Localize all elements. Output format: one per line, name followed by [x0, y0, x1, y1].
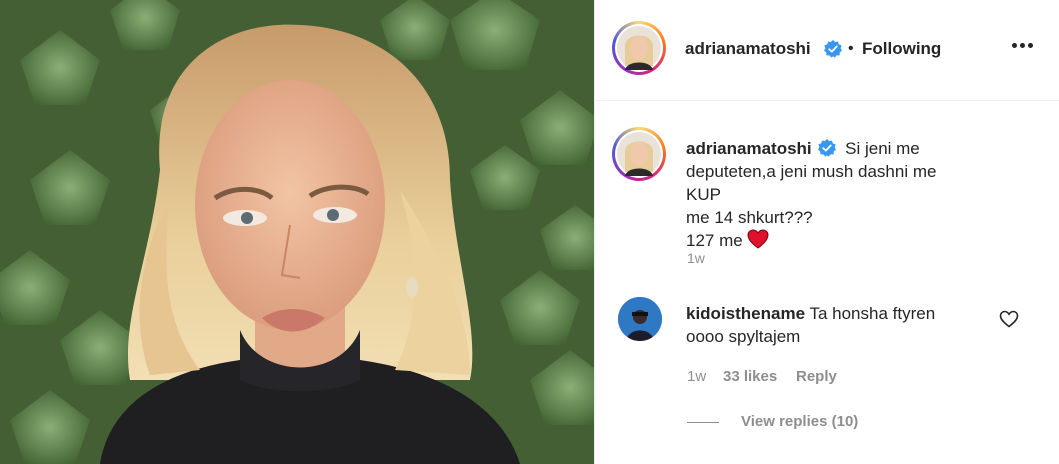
header-separator: • — [848, 40, 854, 57]
comment: kidoisthename Ta honsha ftyren oooo spyl… — [686, 302, 976, 348]
comment-time[interactable]: 1w — [687, 368, 706, 385]
replies-divider — [687, 422, 719, 423]
portrait-photo — [0, 0, 594, 464]
caption-time[interactable]: 1w — [687, 250, 705, 266]
comment-line2: oooo spyltajem — [686, 327, 801, 346]
caption-line2: deputeten,a jeni mush dashni me KUP — [686, 162, 937, 204]
verified-badge-icon — [824, 40, 842, 58]
red-heart-emoji — [747, 229, 769, 249]
profile-photo — [617, 132, 661, 176]
reply-button[interactable]: Reply — [796, 368, 837, 385]
post-container: adrianamatoshi • Following adrianamatosh… — [0, 0, 1059, 464]
caption-line1: Si jeni me — [845, 139, 920, 158]
more-options-icon[interactable] — [1012, 42, 1034, 48]
caption-username[interactable]: adrianamatoshi — [686, 139, 812, 158]
commenter-photo — [618, 297, 662, 341]
comment-avatar[interactable] — [618, 297, 662, 341]
view-replies-button[interactable]: View replies (10) — [741, 413, 858, 430]
header-avatar[interactable] — [612, 21, 666, 75]
comment-likes[interactable]: 33 likes — [723, 368, 777, 385]
comment-line1: Ta honsha ftyren — [809, 304, 936, 323]
verified-badge-icon — [818, 139, 837, 157]
caption: adrianamatoshi Si jeni me deputeten,a je… — [686, 137, 951, 252]
post-image[interactable] — [0, 0, 594, 464]
following-button[interactable]: Following — [862, 39, 941, 59]
caption-avatar[interactable] — [612, 127, 666, 181]
heart-outline-icon[interactable] — [999, 310, 1019, 328]
caption-line4: 127 me — [686, 231, 743, 250]
header-username[interactable]: adrianamatoshi — [685, 39, 811, 59]
caption-line3: me 14 shkurt??? — [686, 208, 813, 227]
profile-photo — [617, 26, 661, 70]
comment-username[interactable]: kidoisthename — [686, 304, 805, 323]
